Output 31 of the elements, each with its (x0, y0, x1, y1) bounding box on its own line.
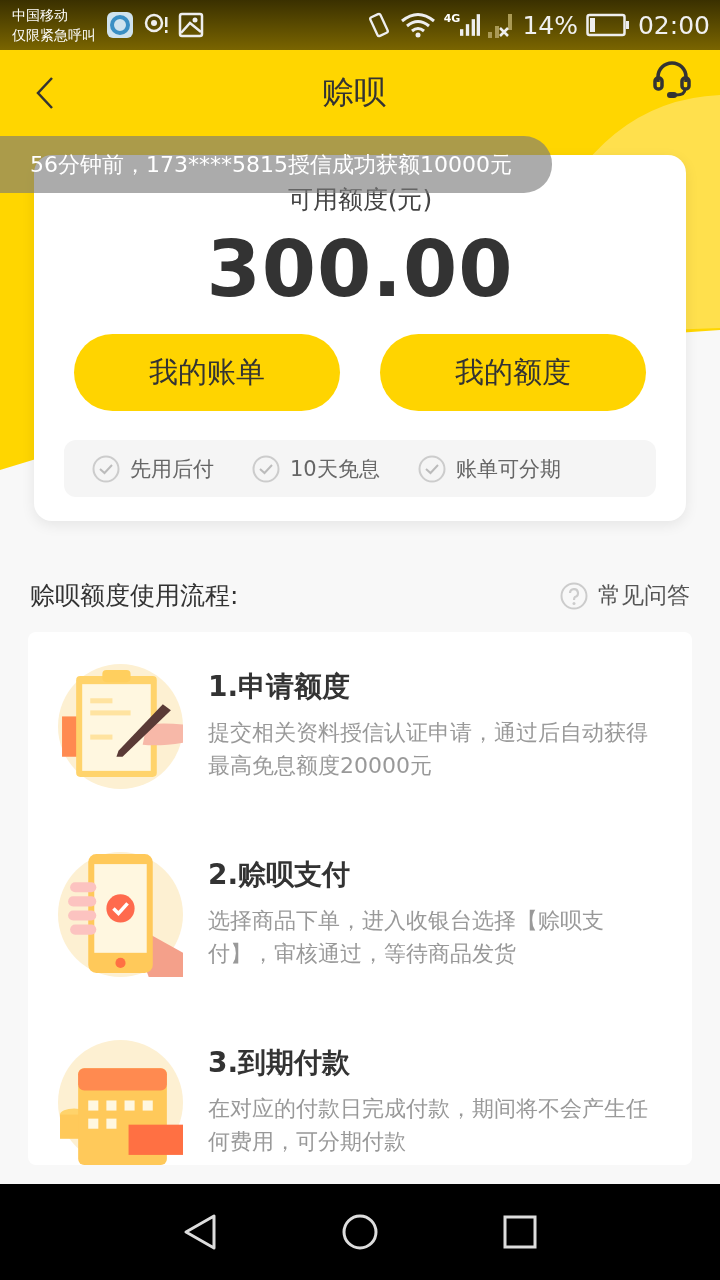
check-icon (92, 454, 120, 483)
step-title: 2.赊呗支付 (208, 857, 352, 893)
battery-icon (585, 13, 630, 37)
feature-label: 10天免息 (290, 455, 380, 483)
check-icon (252, 454, 280, 483)
step-title: 3.到期付款 (208, 1045, 352, 1081)
network-label: 4G (443, 12, 461, 25)
action-button[interactable]: 我的额度 (380, 334, 646, 411)
image-icon (178, 12, 204, 38)
feature-label: 先用后付 (130, 455, 214, 483)
step-description: 提交相关资料授信认证申请，通过后自动获得最高免息额度20000元 (208, 719, 648, 780)
carrier-note: 仅限紧急呼叫 (12, 26, 96, 45)
no-signal-icon (488, 12, 515, 38)
carrier-name: 中国移动 (12, 6, 69, 25)
check-icon (417, 454, 446, 483)
back-icon[interactable] (34, 75, 56, 110)
feature-label: 账单可分期 (455, 455, 561, 483)
battery-percent: 14% (522, 10, 578, 40)
app-icon (106, 11, 134, 39)
credit-amount: 300.00 (206, 224, 514, 314)
clock-time: 02:00 (637, 10, 710, 40)
section-title: 赊呗额度使用流程: (30, 580, 239, 612)
headset-icon[interactable] (652, 59, 692, 100)
action-button[interactable]: 我的账单 (74, 334, 340, 411)
signal-icon (460, 12, 481, 38)
step-title: 1.申请额度 (208, 669, 352, 705)
help-link[interactable]: 常见问答 (598, 580, 690, 611)
wifi-icon (399, 12, 436, 38)
step-description: 在对应的付款日完成付款，期间将不会产生任何费用，可分期付款 (208, 1095, 648, 1156)
step-description: 选择商品下单，进入收银台选择【赊呗支付】，审核通过，等待商品发货 (208, 907, 605, 968)
page-title: 赊呗 (322, 71, 386, 113)
